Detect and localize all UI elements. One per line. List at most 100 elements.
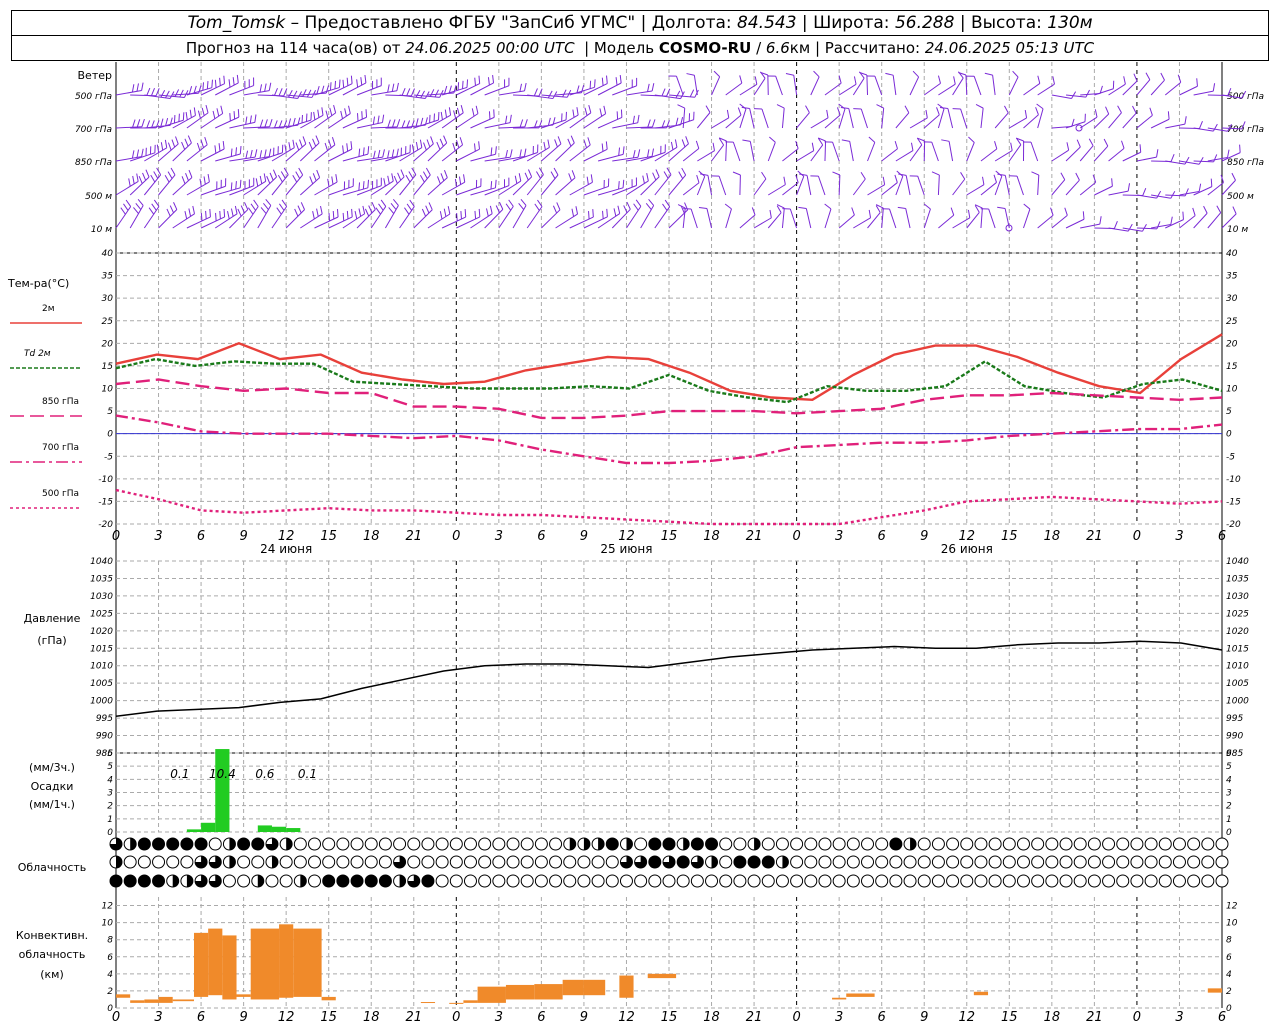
wind-barb-flag [1198, 183, 1202, 192]
wind-barb [285, 209, 305, 229]
wind-barb-flag [670, 141, 674, 150]
wind-barb-flag [678, 171, 684, 179]
wind-barb [1023, 83, 1041, 96]
wind-barb-flag [696, 174, 700, 183]
wind-barb-flag [360, 77, 363, 86]
cloud-cover-circle [549, 837, 563, 851]
wind-barb-flag [742, 139, 751, 142]
wind-barb-flag [994, 141, 998, 149]
wind-barb-flag [841, 139, 850, 142]
wind-barb-flag [160, 118, 164, 127]
cloud-cover-fill [691, 838, 704, 850]
wind-barb-flag [237, 109, 240, 118]
precip-left-tick-label: 2 [107, 802, 113, 812]
wind-barb [725, 82, 743, 96]
cloud-cover-circle [1002, 874, 1016, 888]
wind-barb [1136, 79, 1151, 96]
cloud-cover-circle [1059, 855, 1073, 869]
wind-barb [1179, 215, 1196, 229]
cloud-cover-circle [520, 837, 534, 851]
time-tick-label-bottom: 9 [239, 1010, 247, 1024]
wind-barb-flag [826, 109, 829, 118]
temp-right-tick-label: 0 [1226, 430, 1232, 440]
cloud-cover-circle [662, 874, 676, 888]
wind-barb-flag [206, 80, 209, 90]
time-tick-label: 15 [1001, 529, 1018, 544]
wind-barb-flag [662, 203, 668, 211]
pressure-left-tick-label: 1030 [90, 592, 113, 602]
wind-barb-flag [425, 205, 430, 214]
cloud-cover-circle [1158, 874, 1172, 888]
wind-barb-flag [486, 208, 489, 217]
wind-barb-flag [387, 175, 390, 184]
cloud-cover-circle [421, 837, 435, 851]
pressure-left-tick-label: 1010 [90, 662, 113, 672]
precip-bar [186, 829, 202, 832]
cloud-cover-circle [988, 874, 1002, 888]
wind-barb-flag [995, 170, 1003, 177]
wind-barb-flag [936, 107, 940, 116]
wind-barb-flag [302, 136, 307, 145]
wind-barb-flag [851, 207, 855, 216]
cloud-cover-fill [229, 856, 236, 869]
wind-barb [848, 108, 854, 129]
wind-barb [200, 185, 226, 196]
wind-barb [1023, 114, 1039, 129]
wind-barb [356, 156, 383, 162]
wind-barb-flag [648, 198, 655, 206]
wind-barb-flag [637, 114, 640, 123]
cloud-cover-circle [960, 837, 974, 851]
cloud-cover-circle [960, 855, 974, 869]
wind-barb-flag [362, 147, 365, 156]
wind-barb-flag [739, 75, 743, 84]
wind-barb-flag [219, 77, 221, 86]
convective-bar [236, 994, 251, 997]
wind-barb-flag [228, 79, 231, 88]
cloud-cover-circle [279, 855, 293, 869]
wind-barb-flag [329, 82, 332, 91]
wind-barb-flag [1031, 171, 1040, 176]
cloud-cover-circle [818, 855, 832, 869]
cloud-cover-circle [435, 874, 449, 888]
wind-barb-flag [523, 148, 527, 157]
wind-barb-flag [1076, 139, 1081, 148]
wind-barb-flag [173, 202, 178, 210]
wind-barb-flag [519, 119, 524, 128]
wind-barb-flag [1050, 207, 1054, 216]
cloud-cover-circle [322, 837, 336, 851]
wind-barb [186, 216, 211, 229]
cloud-cover-fill [237, 838, 250, 850]
cloud-cover-circle [350, 855, 364, 869]
wind-barb-flag [518, 173, 522, 182]
wind-barb [1051, 149, 1069, 162]
wind-barb [938, 83, 956, 96]
wind-barb-flag [340, 110, 344, 119]
time-tick-label-bottom: 0 [792, 1010, 800, 1024]
precip-right-tick-label: 2 [1226, 802, 1232, 812]
convective-bar [321, 996, 336, 1001]
wind-barb-flag [1012, 70, 1019, 78]
cloud-cover-circle [478, 855, 492, 869]
wind-barb-flag [420, 90, 425, 99]
wind-barb-flag [466, 79, 469, 88]
wind-barb [832, 141, 840, 162]
wind-barb-flag [230, 208, 234, 217]
cloud-cover-fill [733, 856, 746, 868]
wind-barb-flag [364, 208, 370, 217]
cloud-cover-fill [152, 838, 165, 850]
cloud-cover-circle [1045, 855, 1059, 869]
wind-barb-flag [1139, 144, 1142, 153]
wind-barb-flag [626, 201, 631, 210]
wind-barb-flag [324, 142, 329, 151]
time-tick-label-bottom: 0 [452, 1010, 460, 1024]
cloud-cover-circle [336, 855, 350, 869]
cloud-cover-circle [591, 874, 605, 888]
cloud-cover-circle [123, 855, 137, 869]
wind-barb-flag [244, 202, 249, 210]
wind-barb-flag [576, 107, 579, 116]
cloud-cover-fill [195, 838, 208, 850]
wind-barb-flag [754, 76, 758, 85]
cloud-cover-circle [790, 874, 804, 888]
time-tick-label-bottom: 6 [537, 1010, 545, 1024]
wind-barb-flag [325, 110, 329, 119]
